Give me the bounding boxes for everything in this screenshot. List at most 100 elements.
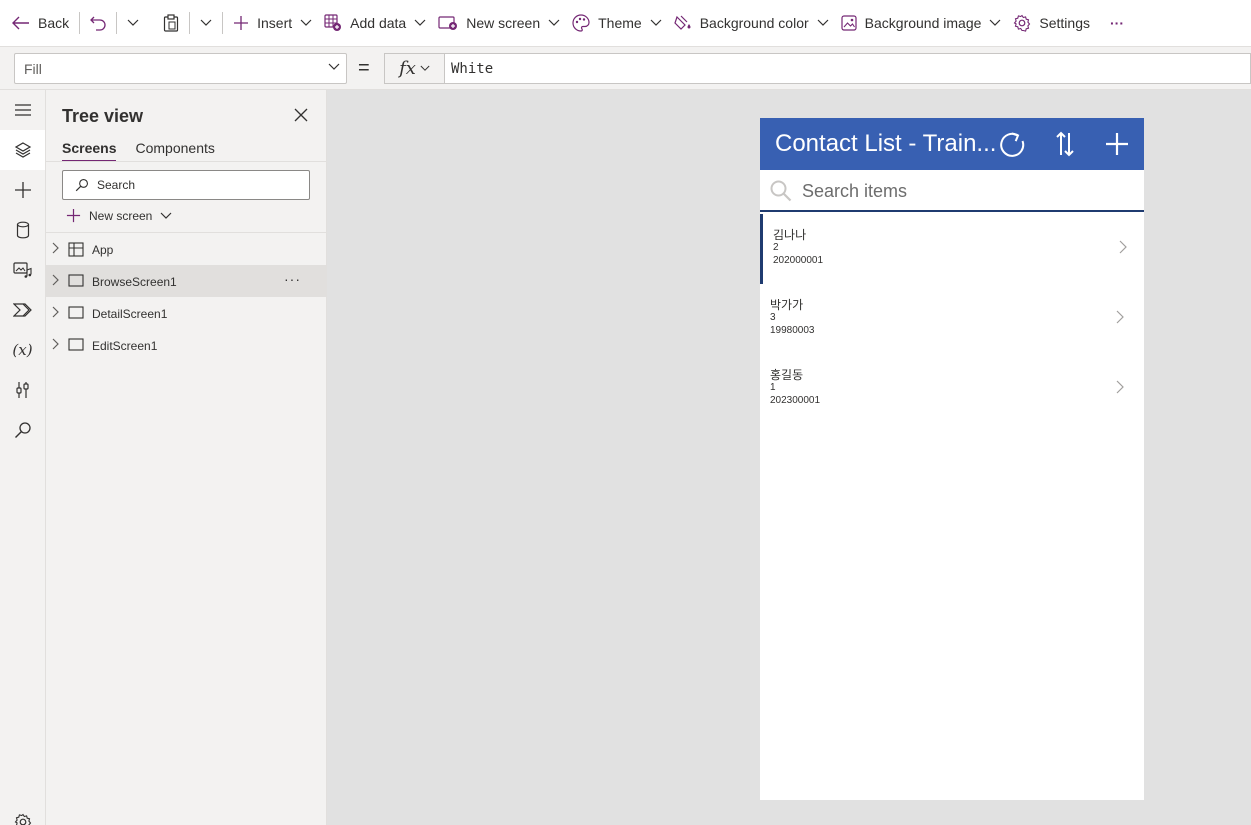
fx-icon: fx [399, 58, 416, 79]
chevron-right-icon[interactable] [1119, 240, 1127, 254]
screen-icon [68, 306, 84, 319]
chevron-right-icon[interactable] [1116, 380, 1124, 394]
insert-button[interactable]: Insert [227, 0, 318, 47]
app-icon [68, 242, 84, 257]
property-value: Fill [24, 60, 42, 77]
chevron-down-icon [989, 19, 1001, 26]
new-screen-button[interactable]: New screen [432, 0, 566, 47]
refresh-icon[interactable] [998, 130, 1026, 158]
record-value: 3 [770, 312, 776, 323]
chevron-down-icon [160, 212, 172, 219]
add-data-button[interactable]: Add data [318, 0, 432, 47]
chevron-down-icon [650, 19, 662, 26]
variables-rail-button[interactable]: (x) [0, 330, 45, 370]
record-value: 2 [773, 242, 779, 253]
theme-label: Theme [598, 15, 642, 31]
paste-button[interactable] [157, 0, 185, 47]
tree-view-button[interactable] [0, 130, 45, 170]
tree-new-screen-label: New screen [89, 208, 153, 223]
plus-icon [66, 208, 81, 223]
settings-label: Settings [1039, 15, 1090, 31]
sort-icon[interactable] [1051, 130, 1079, 158]
hamburger-icon [14, 104, 31, 116]
search-icon [14, 422, 31, 438]
list-item[interactable]: 홍길동 1 202300001 [760, 354, 1144, 424]
chevron-right-icon[interactable] [52, 242, 60, 254]
tab-screens[interactable]: Screens [62, 140, 117, 162]
undo-button[interactable] [84, 0, 112, 47]
tree-item-label: DetailScreen1 [92, 307, 168, 321]
plus-icon [14, 182, 31, 198]
divider [46, 161, 327, 162]
tree-item-editscreen1[interactable]: EditScreen1 [46, 329, 327, 361]
background-color-button[interactable]: Background color [668, 0, 835, 47]
list-item[interactable]: 김나나 2 202000001 [760, 214, 1144, 284]
undo-dropdown-button[interactable] [121, 0, 145, 47]
screen-icon [68, 274, 84, 287]
tree-search-input[interactable]: Search [62, 170, 310, 200]
automate-icon [12, 303, 32, 317]
record-name: 홍길동 [770, 368, 804, 382]
chevron-down-icon [414, 19, 426, 26]
settings-rail-button[interactable] [0, 803, 45, 825]
tree-item-detailscreen1[interactable]: DetailScreen1 [46, 297, 327, 329]
advanced-tools-rail-button[interactable] [0, 370, 45, 410]
tree-new-screen-button[interactable]: New screen [66, 208, 172, 223]
tree-item-app[interactable]: App [46, 233, 327, 265]
tree-item-label: App [92, 243, 114, 257]
search-icon [770, 180, 792, 202]
tree-search-placeholder: Search [97, 178, 136, 192]
paste-dropdown-button[interactable] [194, 0, 218, 47]
hamburger-button[interactable] [0, 90, 45, 130]
variables-icon: (x) [12, 341, 33, 359]
theme-button[interactable]: Theme [566, 0, 668, 47]
background-image-button[interactable]: Background image [835, 0, 1008, 47]
search-rail-button[interactable] [0, 410, 45, 450]
property-dropdown[interactable]: Fill [14, 53, 347, 84]
undo-icon [90, 16, 106, 31]
more-button[interactable]: ··· [1096, 0, 1130, 47]
app-search-input[interactable]: Search items [760, 170, 1144, 212]
chevron-down-icon [817, 19, 829, 26]
tab-components[interactable]: Components [135, 140, 214, 162]
database-add-icon [324, 14, 342, 31]
arrow-left-icon [12, 16, 29, 30]
add-icon[interactable] [1103, 130, 1131, 158]
app-header: Contact List - Train... [760, 118, 1144, 170]
add-data-label: Add data [350, 15, 407, 31]
app-search-placeholder: Search items [802, 181, 908, 201]
divider [116, 12, 118, 34]
record-value: 1 [770, 382, 776, 393]
screen-icon [68, 338, 84, 351]
chevron-right-icon[interactable] [1116, 310, 1124, 324]
settings-button[interactable]: Settings [1007, 0, 1096, 47]
chevron-right-icon[interactable] [52, 338, 60, 350]
app-title[interactable]: Contact List - Train... [775, 130, 996, 158]
close-icon[interactable] [292, 106, 310, 124]
formula-bar: Fill = fx White [0, 47, 1251, 90]
design-canvas[interactable]: Contact List - Train... Search items 김나나… [327, 90, 1251, 825]
equals-sign: = [358, 57, 370, 79]
fx-button[interactable]: fx [384, 53, 444, 84]
divider [222, 12, 224, 34]
chevron-right-icon[interactable] [52, 306, 60, 318]
media-rail-button[interactable] [0, 250, 45, 290]
chevron-right-icon[interactable] [52, 274, 60, 286]
tree-item-label: BrowseScreen1 [92, 275, 177, 289]
screen-add-icon [438, 16, 458, 30]
app-screen-preview[interactable]: Contact List - Train... Search items 김나나… [760, 118, 1144, 800]
formula-input[interactable]: White [444, 53, 1251, 84]
list-item[interactable]: 박가가 3 19980003 [760, 284, 1144, 354]
search-icon [75, 179, 88, 192]
insert-rail-button[interactable] [0, 170, 45, 210]
record-id: 202000001 [773, 255, 824, 266]
data-rail-button[interactable] [0, 210, 45, 250]
tree-item-browsescreen1[interactable]: BrowseScreen1 ··· [46, 265, 327, 297]
more-options-button[interactable]: ··· [284, 271, 301, 287]
power-automate-rail-button[interactable] [0, 290, 45, 330]
layers-icon [14, 142, 31, 158]
back-button[interactable]: Back [6, 0, 75, 47]
tree-tabs: Screens Components [62, 140, 215, 162]
insert-label: Insert [257, 15, 293, 31]
image-icon [841, 15, 857, 31]
